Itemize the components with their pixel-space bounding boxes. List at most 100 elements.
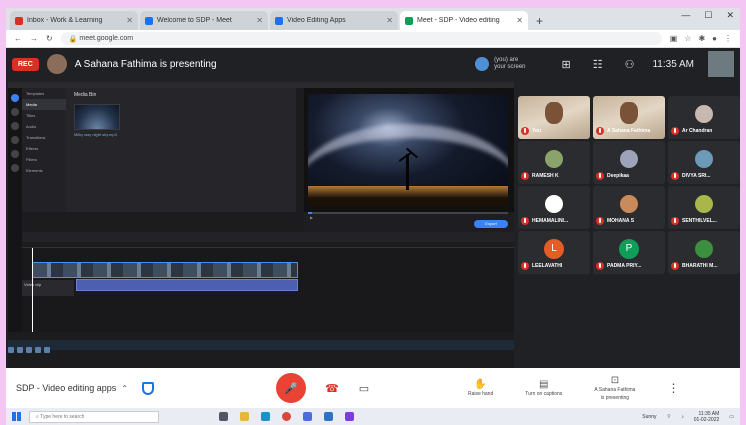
forward-icon[interactable]: → [30, 34, 38, 43]
search-placeholder: Type here to search [40, 413, 85, 420]
camera-icon[interactable]: ▣ [670, 34, 678, 43]
edge-icon[interactable] [261, 412, 270, 421]
close-icon[interactable]: ✕ [126, 16, 133, 25]
preview-progress-bar[interactable] [308, 212, 508, 214]
captions-button[interactable]: ▤ Turn on captions [525, 379, 562, 398]
sidebar-item[interactable]: Audio [22, 121, 66, 132]
close-icon[interactable]: ✕ [726, 10, 734, 21]
sidebar-item-media[interactable]: Media [22, 99, 66, 110]
weather-label[interactable]: Sunny [642, 414, 656, 420]
avatar [620, 195, 638, 213]
windows-start-icon[interactable] [12, 412, 21, 421]
meet-stage: REC A Sahana Fathima is presenting (you)… [6, 48, 740, 368]
video-editor-icon[interactable] [345, 412, 354, 421]
participant-tile[interactable]: Deepikaa [593, 141, 665, 184]
shield-icon[interactable] [141, 381, 154, 395]
playhead[interactable] [32, 248, 33, 332]
mic-off-icon [671, 172, 679, 180]
menu-icon[interactable]: ⋮ [724, 34, 732, 43]
chrome-icon[interactable] [282, 412, 291, 421]
transition-tool-icon[interactable] [11, 136, 19, 144]
profile-icon[interactable]: ● [712, 34, 717, 43]
sidebar-item[interactable]: Titles [22, 110, 66, 121]
phone-hangup-icon: ☎ [325, 382, 339, 395]
sidebar-item[interactable]: Filters [22, 154, 66, 165]
url-field[interactable]: 🔒 meet.google.com [60, 32, 662, 45]
present-button[interactable]: ⊡ A Sahana Fathima is presenting [594, 375, 635, 401]
raise-hand-button[interactable]: ✋ Raise hand [468, 379, 493, 398]
participant-tile[interactable]: BHARATHI M... [668, 231, 740, 274]
preview-progress-fill [308, 212, 312, 214]
participant-tile[interactable]: Ar Chandran [668, 96, 740, 139]
minimize-icon[interactable]: — [681, 10, 690, 21]
editor-sidebar: Templates Media Titles Audio Transitions… [22, 88, 66, 212]
browser-tab[interactable]: Welcome to SDP - Meet ✕ [140, 11, 268, 30]
text-tool-icon[interactable] [11, 108, 19, 116]
avatar: P [619, 239, 639, 259]
layout-icon[interactable]: ⊞ [562, 58, 571, 71]
browser-tab[interactable]: Video Editing Apps ✕ [270, 11, 398, 30]
media-tool-icon[interactable] [11, 94, 19, 102]
close-icon[interactable]: ✕ [256, 16, 263, 25]
participant-tile[interactable]: P PADMA PRIY... [593, 231, 665, 274]
browser-tab-active[interactable]: Meet - SDP - Video editing ✕ [400, 11, 528, 30]
media-clip-thumbnail[interactable] [74, 104, 120, 130]
lock-icon: 🔒 [68, 35, 80, 43]
you-presenting-indicator[interactable]: (you) are your screen [475, 57, 526, 71]
back-icon[interactable]: ← [14, 34, 22, 43]
participant-name: MOHANA S [607, 218, 635, 224]
close-icon[interactable]: ✕ [516, 16, 523, 25]
extensions-icon[interactable]: ✱ [698, 34, 705, 43]
maximize-icon[interactable]: ☐ [704, 10, 712, 21]
timeline: Video clip [22, 248, 514, 332]
participant-tile[interactable]: A Sahana Fathima [593, 96, 665, 139]
participant-tile[interactable]: SENTHILVEL... [668, 186, 740, 229]
camera-button[interactable]: ▭ [352, 376, 376, 400]
video-track-clip[interactable] [32, 262, 298, 278]
notifications-icon[interactable]: ▭ [729, 414, 734, 420]
people-icon[interactable]: ⚇ [625, 58, 635, 71]
meeting-name[interactable]: SDP - Video editing apps [16, 383, 116, 393]
hand-icon: ✋ [474, 378, 487, 390]
close-icon[interactable]: ✕ [386, 16, 393, 25]
export-button[interactable]: Export [474, 220, 508, 228]
audio-track-clip[interactable] [76, 279, 298, 291]
participant-name: DIVYA SRI... [682, 173, 711, 179]
self-view-thumbnail[interactable] [708, 51, 734, 77]
mic-off-button[interactable]: 🎤 [275, 373, 306, 403]
mic-off-icon [521, 262, 529, 270]
network-icon[interactable]: ⌔ [666, 414, 671, 420]
audio-tool-icon[interactable] [11, 122, 19, 130]
volume-icon[interactable]: ♪ [681, 414, 684, 420]
sidebar-item[interactable]: Templates [22, 88, 66, 99]
browser-tab[interactable]: Inbox - Work & Learning ✕ [10, 11, 138, 30]
elements-tool-icon[interactable] [11, 164, 19, 172]
taskbar-apps [219, 412, 354, 421]
file-explorer-icon[interactable] [240, 412, 249, 421]
task-view-icon[interactable] [219, 412, 228, 421]
chevron-up-icon[interactable]: ⌃ [121, 384, 128, 393]
new-tab-button[interactable]: + [530, 14, 549, 30]
participant-tile[interactable]: MOHANA S [593, 186, 665, 229]
preview-play-icon[interactable]: ▶ [310, 215, 313, 220]
sidebar-item[interactable]: Elements [22, 165, 66, 176]
participant-tile[interactable]: HEMAMALINI... [518, 186, 590, 229]
reload-icon[interactable]: ↻ [46, 34, 53, 43]
more-options-icon[interactable]: ⋮ [667, 381, 679, 395]
end-call-button[interactable]: ☎ [320, 376, 344, 400]
participant-tile[interactable]: You [518, 96, 590, 139]
sidebar-item[interactable]: Transitions [22, 132, 66, 143]
participant-name-row: Deepikaa [596, 172, 629, 180]
mail-icon[interactable] [324, 412, 333, 421]
activities-icon[interactable]: ☷ [593, 58, 603, 71]
participant-tile[interactable]: RAMESH K [518, 141, 590, 184]
participant-tile[interactable]: L LEELAVATHI [518, 231, 590, 274]
tray-clock[interactable]: 11:35 AM 01-02-2022 [694, 411, 720, 423]
participant-tile[interactable]: DIVYA SRI... [668, 141, 740, 184]
effects-tool-icon[interactable] [11, 150, 19, 158]
bookmark-star-icon[interactable]: ☆ [684, 34, 691, 43]
store-icon[interactable] [303, 412, 312, 421]
avatar [695, 240, 713, 258]
taskbar-search-input[interactable]: ⌕ Type here to search [29, 410, 159, 423]
sidebar-item[interactable]: Effects [22, 143, 66, 154]
